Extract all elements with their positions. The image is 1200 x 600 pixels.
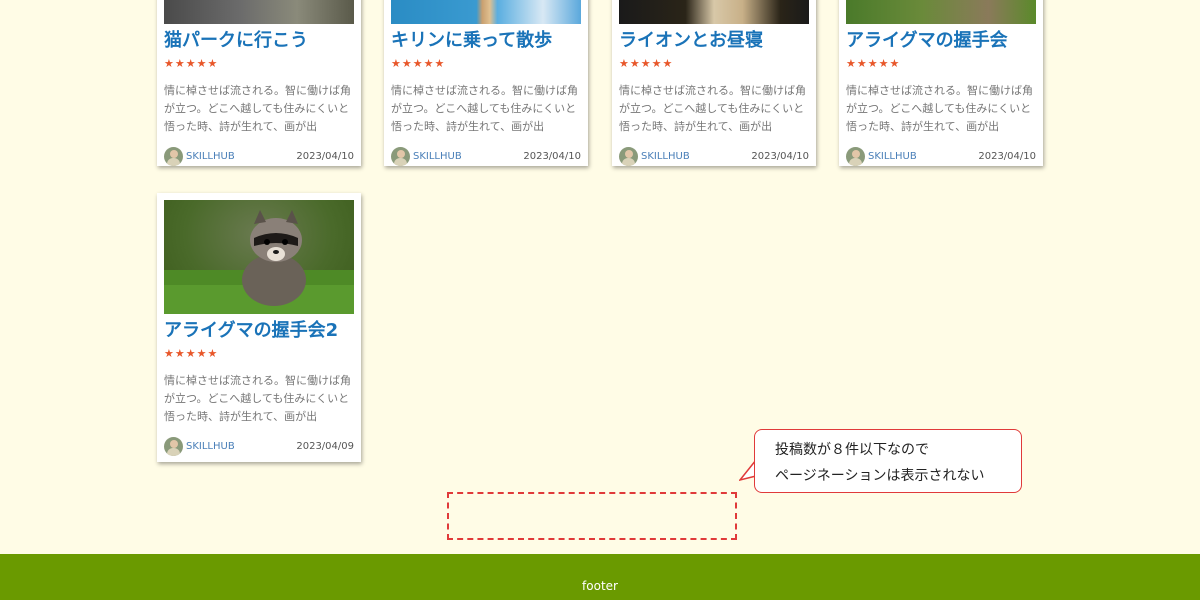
footer: footer — [0, 554, 1200, 600]
rating-stars: ★★★★★ — [164, 347, 219, 360]
post-card[interactable]: アライグマの握手会2 ★★★★★ 情に棹させば流される。智に働けば角が立つ。どこ… — [157, 193, 361, 462]
author-name[interactable]: SKILLHUB — [413, 151, 462, 162]
rating-stars: ★★★★★ — [391, 57, 446, 70]
post-excerpt: 情に棹させば流される。智に働けば角が立つ。どこへ越しても住みにくいと悟った時、詩… — [619, 84, 806, 133]
post-excerpt: 情に棹させば流される。智に働けば角が立つ。どこへ越しても住みにくいと悟った時、詩… — [846, 84, 1033, 133]
author-name[interactable]: SKILLHUB — [641, 151, 690, 162]
rating-stars: ★★★★★ — [619, 57, 674, 70]
raccoon-photo[interactable] — [846, 0, 1036, 24]
post-title[interactable]: キリンに乗って散歩 — [391, 24, 581, 52]
post-card[interactable]: アライグマの握手会 ★★★★★ 情に棹させば流される。智に働けば角が立つ。どこへ… — [839, 0, 1043, 166]
post-title[interactable]: 猫パークに行こう — [164, 24, 354, 52]
post-date: 2023/04/10 — [978, 150, 1036, 162]
author-name[interactable]: SKILLHUB — [186, 151, 235, 162]
pagination-placeholder — [447, 492, 737, 540]
annotation-line-1: 投稿数が８件以下なので — [775, 442, 929, 458]
avatar — [619, 146, 638, 166]
giraffe-photo[interactable] — [391, 0, 581, 24]
post-date: 2023/04/09 — [296, 440, 354, 452]
post-card[interactable]: ライオンとお昼寝 ★★★★★ 情に棹させば流される。智に働けば角が立つ。どこへ越… — [612, 0, 816, 166]
post-excerpt: 情に棹させば流される。智に働けば角が立つ。どこへ越しても住みにくいと悟った時、詩… — [391, 84, 578, 133]
lion-photo[interactable] — [619, 0, 809, 24]
annotation-line-2: ページネーションは表示されない — [775, 468, 985, 484]
avatar — [164, 436, 183, 456]
raccoon-photo[interactable] — [164, 200, 354, 314]
avatar — [391, 146, 410, 166]
post-excerpt: 情に棹させば流される。智に働けば角が立つ。どこへ越しても住みにくいと悟った時、詩… — [164, 84, 351, 133]
post-date: 2023/04/10 — [523, 150, 581, 162]
post-card[interactable]: キリンに乗って散歩 ★★★★★ 情に棹させば流される。智に働けば角が立つ。どこへ… — [384, 0, 588, 166]
avatar — [846, 146, 865, 166]
author-name[interactable]: SKILLHUB — [186, 441, 235, 452]
avatar — [164, 146, 183, 166]
rating-stars: ★★★★★ — [164, 57, 219, 70]
post-excerpt: 情に棹させば流される。智に働けば角が立つ。どこへ越しても住みにくいと悟った時、詩… — [164, 374, 351, 423]
footer-text: footer — [582, 579, 618, 593]
post-title[interactable]: アライグマの握手会2 — [164, 314, 354, 342]
post-card[interactable]: 猫パークに行こう ★★★★★ 情に棹させば流される。智に働けば角が立つ。どこへ越… — [157, 0, 361, 166]
cat-photo[interactable] — [164, 0, 354, 24]
annotation-callout: 投稿数が８件以下なので ページネーションは表示されない — [754, 429, 1022, 493]
post-title[interactable]: ライオンとお昼寝 — [619, 24, 809, 52]
post-title[interactable]: アライグマの握手会 — [846, 24, 1036, 52]
rating-stars: ★★★★★ — [846, 57, 901, 70]
author-name[interactable]: SKILLHUB — [868, 151, 917, 162]
post-date: 2023/04/10 — [751, 150, 809, 162]
post-date: 2023/04/10 — [296, 150, 354, 162]
